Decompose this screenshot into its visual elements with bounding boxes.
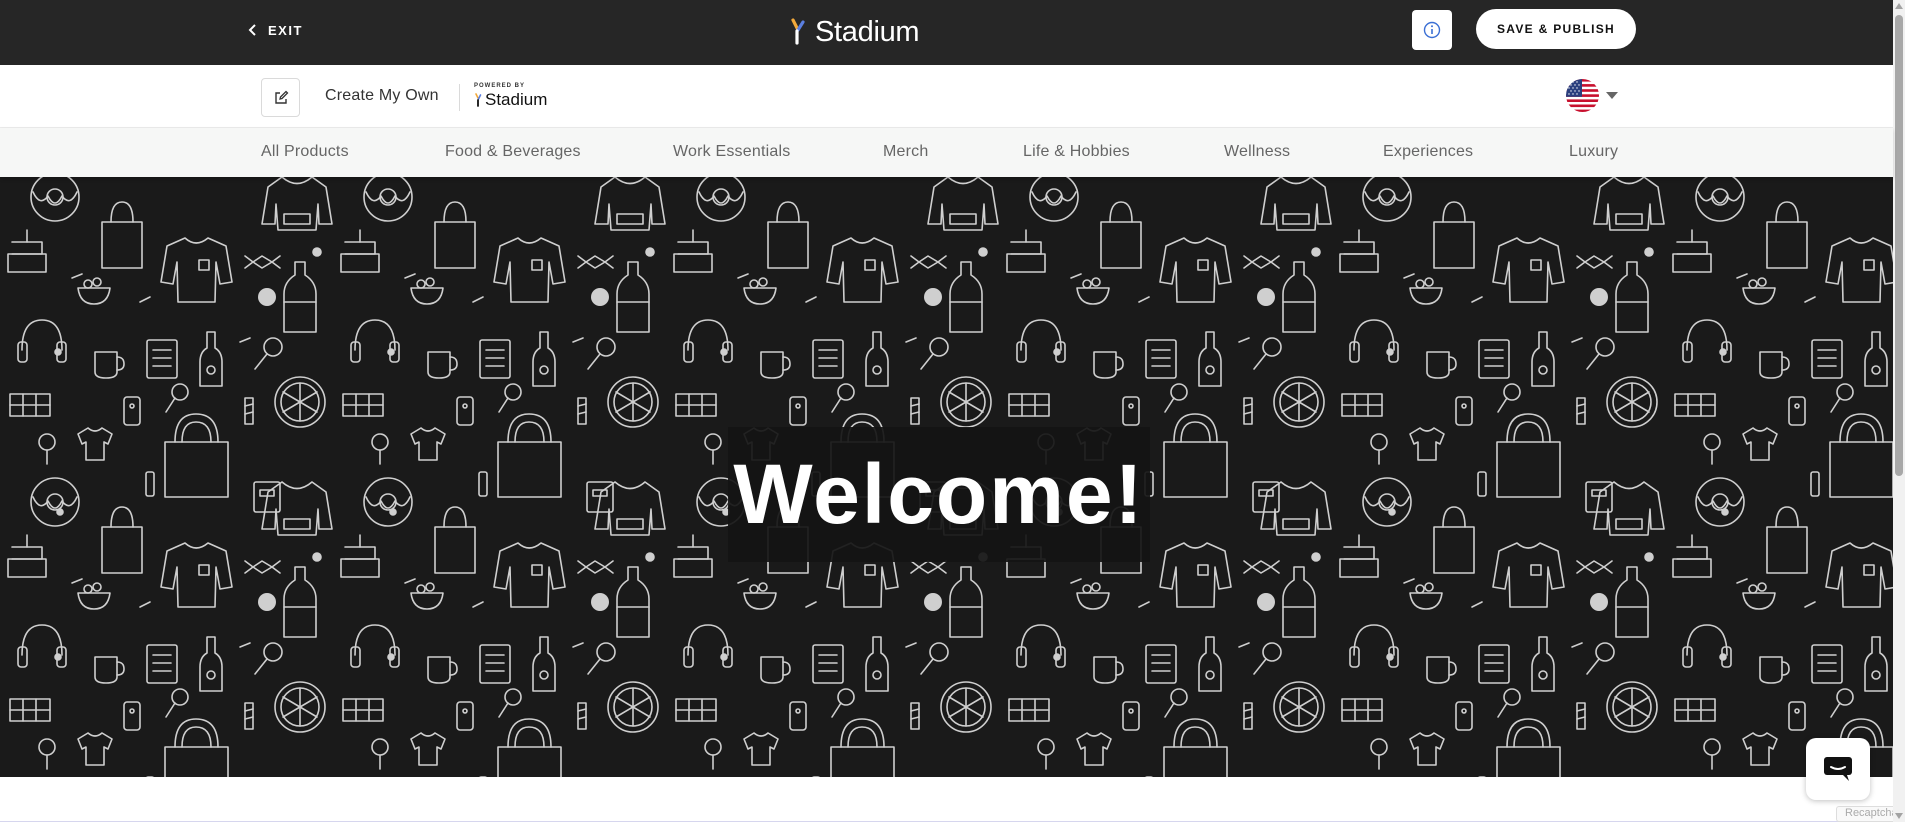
divider — [459, 84, 460, 111]
exit-label: EXIT — [268, 22, 303, 38]
chat-widget-button[interactable] — [1806, 738, 1870, 800]
stadium-logo-small-icon — [475, 93, 482, 107]
brand-name: Stadium — [815, 15, 920, 48]
scrollbar-thumb[interactable] — [1895, 15, 1903, 476]
category-nav: All Products Food & Beverages Work Essen… — [0, 128, 1893, 177]
brand-logo: Stadium — [787, 14, 920, 50]
category-merch[interactable]: Merch — [883, 143, 928, 161]
store-name: Create My Own — [325, 87, 439, 104]
category-work-essentials[interactable]: Work Essentials — [673, 143, 790, 161]
info-icon — [1423, 21, 1441, 39]
stadium-logo-icon — [791, 18, 805, 45]
edit-store-button[interactable] — [261, 78, 300, 117]
content-area — [0, 777, 1893, 822]
recaptcha-badge[interactable]: Recaptcha — [1836, 806, 1893, 822]
category-wellness[interactable]: Wellness — [1224, 143, 1290, 161]
info-button[interactable] — [1412, 10, 1452, 50]
page-scrollbar[interactable] — [1893, 0, 1905, 822]
store-header: Create My Own POWERED BY Stadium — [0, 65, 1893, 128]
category-luxury[interactable]: Luxury — [1569, 143, 1618, 161]
top-bar: EXIT Stadium SAVE & PUBLISH — [0, 0, 1893, 65]
category-food-beverages[interactable]: Food & Beverages — [445, 143, 581, 161]
scroll-up-icon[interactable] — [1895, 3, 1903, 9]
hero-headline: Welcome! — [733, 447, 1145, 541]
exit-button[interactable]: EXIT — [248, 20, 303, 40]
chevron-left-icon — [248, 24, 256, 36]
powered-brand: Stadium — [485, 90, 548, 109]
powered-by-label: POWERED BY — [474, 83, 526, 89]
save-publish-button[interactable]: SAVE & PUBLISH — [1476, 9, 1636, 49]
us-flag-icon — [1566, 79, 1599, 112]
powered-by-logo: POWERED BY Stadium — [474, 83, 554, 113]
category-experiences[interactable]: Experiences — [1383, 143, 1473, 161]
edit-icon — [274, 90, 288, 104]
category-all-products[interactable]: All Products — [261, 143, 349, 161]
scroll-down-icon[interactable] — [1895, 813, 1903, 819]
chat-icon — [1824, 757, 1852, 781]
caret-down-icon[interactable] — [1606, 92, 1618, 99]
hero-banner: Welcome! — [0, 177, 1893, 777]
category-life-hobbies[interactable]: Life & Hobbies — [1023, 143, 1130, 161]
language-selector[interactable] — [1566, 79, 1599, 112]
